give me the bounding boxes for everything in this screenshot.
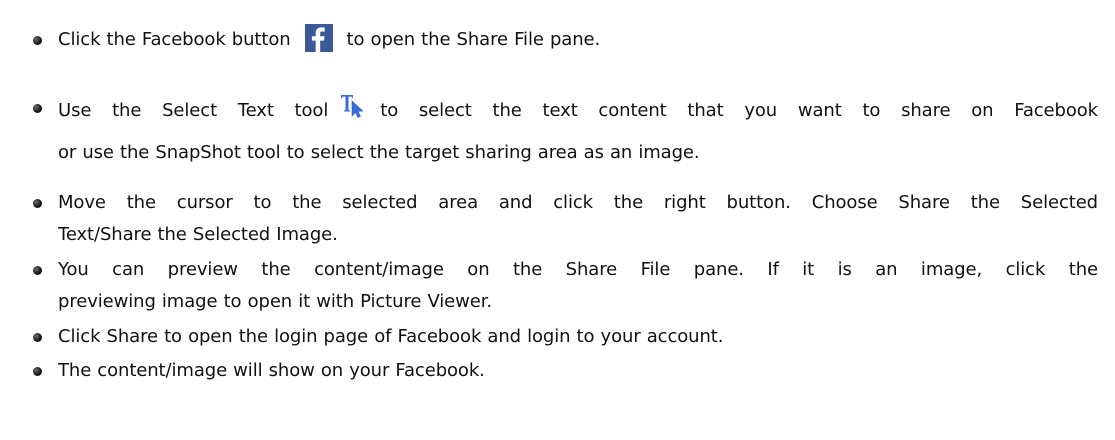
bullet-icon	[33, 266, 42, 275]
step-text: Text/Share the Selected Image.	[58, 224, 338, 245]
step-text: The content/image will show on your Face…	[58, 360, 485, 381]
bullet-icon	[33, 367, 42, 376]
step-text: Move the cursor to the selected area and…	[58, 192, 1098, 213]
step-text: to select the text content that you want…	[380, 100, 1098, 121]
bullet-icon	[33, 199, 42, 208]
step-text: Click Share to open the login page of Fa…	[58, 326, 724, 347]
bullet-icon	[33, 104, 42, 113]
select-text-tool-icon	[340, 92, 366, 118]
facebook-icon	[304, 24, 333, 52]
list-item: Use the Select Text tool to select the te…	[33, 92, 1098, 169]
step-text: You can preview the content/image on the…	[58, 259, 1098, 280]
list-item: The content/image will show on your Face…	[33, 355, 1098, 387]
bullet-icon	[33, 333, 42, 342]
list-item: You can preview the content/image on the…	[33, 254, 1098, 318]
list-item: Click the Facebook button to open the Sha…	[33, 24, 1098, 56]
step-text: previewing image to open it with Picture…	[58, 291, 493, 312]
bullet-icon	[33, 36, 42, 45]
list-item: Move the cursor to the selected area and…	[33, 187, 1098, 251]
step-text: Click the Facebook button	[58, 29, 291, 50]
list-item: Click Share to open the login page of Fa…	[33, 321, 1098, 353]
step-text: or use the SnapShot tool to select the t…	[58, 142, 700, 163]
step-text: to open the Share File pane.	[346, 29, 601, 50]
step-text: Use the Select Text tool	[58, 100, 329, 121]
instruction-document: Click the Facebook button to open the Sha…	[0, 0, 1115, 440]
